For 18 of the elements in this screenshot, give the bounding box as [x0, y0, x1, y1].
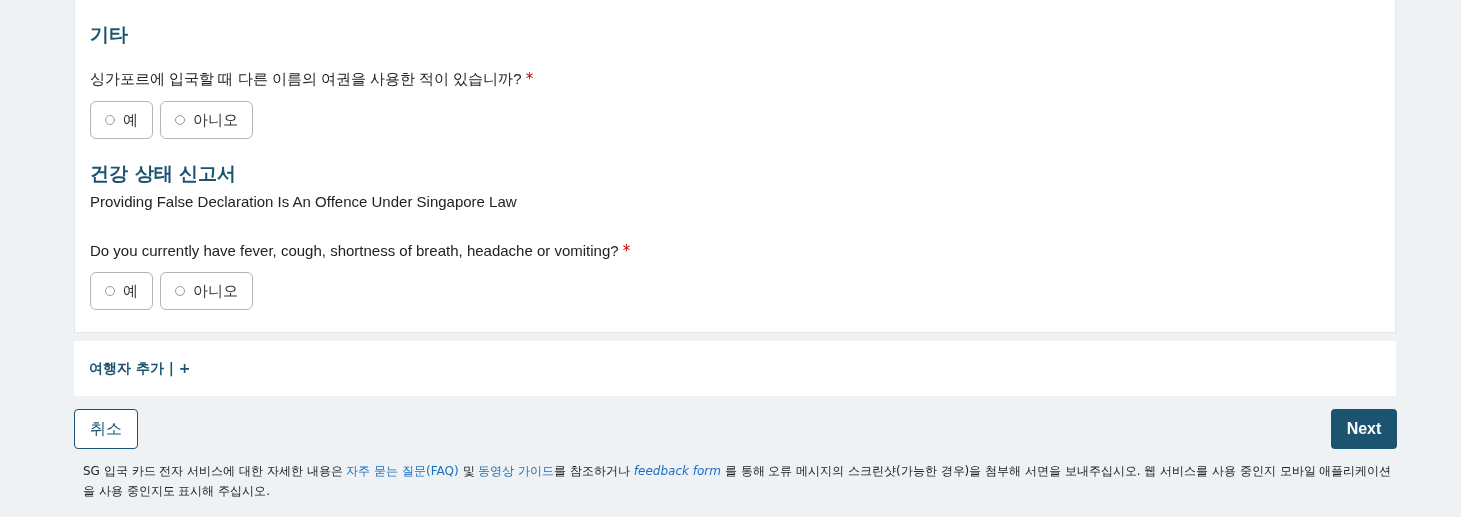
question-text: Do you currently have fever, cough, shortness of breath, headache or vomiting?	[90, 242, 619, 259]
next-button[interactable]: Next	[1331, 409, 1397, 449]
feedback-link[interactable]: feedback form	[633, 464, 721, 478]
help-link[interactable]: 동영상 가이드	[478, 464, 555, 478]
section-title: 건강 상태 신고서	[90, 161, 238, 186]
help-link[interactable]: 자주 묻는 질문(FAQ)	[346, 464, 459, 478]
required-mark: *	[622, 242, 631, 260]
radio-option[interactable]: 예	[90, 272, 153, 310]
section-title: 기타	[90, 22, 129, 47]
required-mark: *	[525, 70, 534, 88]
add-traveller-link[interactable]: 여행자 추가 | +	[89, 359, 191, 378]
radio-option[interactable]: 아니오	[160, 272, 253, 310]
cancel-button[interactable]: 취소	[74, 409, 138, 449]
section-subtitle: Providing False Declaration Is An Offence Under Singapore Law	[90, 193, 518, 210]
radio-option[interactable]: 예	[90, 101, 153, 139]
question-text: 싱가포르에 입국할 때 다른 이름의 여권을 사용한 적이 있습니까?	[90, 70, 522, 87]
footer-note: SG 입국 카드 전자 서비스에 대한 자세한 내용은 자주 묻는 질문(FAQ) 및 동영상 가이드를 참조하거나 feedback form 를 통해 오류 메시지의 스크린샷(가능한 경우)을 첨부해 서면을 보내주십시오. 웹 서비스를 사용 중인지 모바일 애플리케이션을 사용 중인지도 표시해 주십시오.	[83, 463, 1393, 500]
radio-option[interactable]: 아니오	[160, 101, 253, 139]
